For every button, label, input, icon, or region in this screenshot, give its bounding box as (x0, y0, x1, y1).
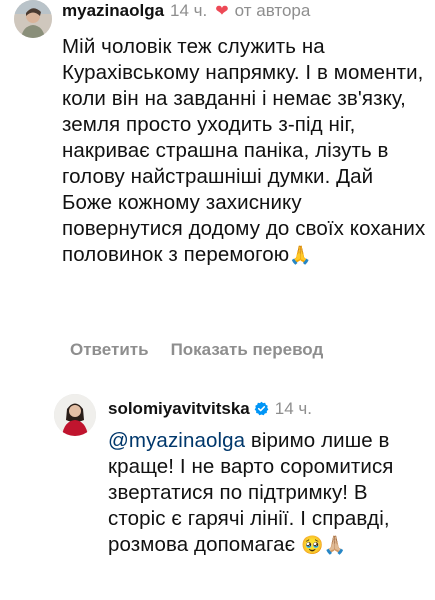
avatar-image (14, 0, 52, 38)
liked-by-author-label: от автора (234, 1, 311, 20)
emoji-group: 🥹🙏🏼 (300, 535, 346, 555)
translate-button[interactable]: Показать перевод (171, 340, 324, 359)
comment-actions: Ответить Показать перевод (70, 340, 323, 360)
comment-item: myazinaolga 14 ч. ❤ от автора Мій чоловік т… (0, 0, 435, 380)
pray-emoji: 🙏 (289, 245, 312, 265)
user-avatar[interactable] (14, 0, 52, 38)
timestamp: 14 ч. (170, 1, 208, 20)
comment-text: Мій чоловік теж служить на Курахівському… (62, 34, 428, 268)
username[interactable]: myazinaolga (62, 1, 164, 20)
comment-header: solomiyavitvitska 14 ч. (108, 398, 312, 420)
mention-link[interactable]: @myazinaolga (108, 429, 245, 452)
verified-badge-icon (254, 401, 269, 416)
comment-header: myazinaolga 14 ч. ❤ от автора (62, 0, 310, 23)
reply-button[interactable]: Ответить (70, 340, 149, 359)
user-avatar[interactable] (54, 394, 96, 436)
avatar-image (54, 394, 96, 436)
comment-body: Мій чоловік теж служить на Курахівському… (62, 35, 426, 266)
comment-text: @myazinaolga віримо лише в краще! І не в… (108, 428, 426, 558)
reply-item: solomiyavitvitska 14 ч. @myazinaolga вір… (0, 388, 435, 600)
heart-icon: ❤ (215, 3, 229, 20)
username[interactable]: solomiyavitvitska (108, 399, 250, 418)
timestamp: 14 ч. (274, 399, 312, 418)
